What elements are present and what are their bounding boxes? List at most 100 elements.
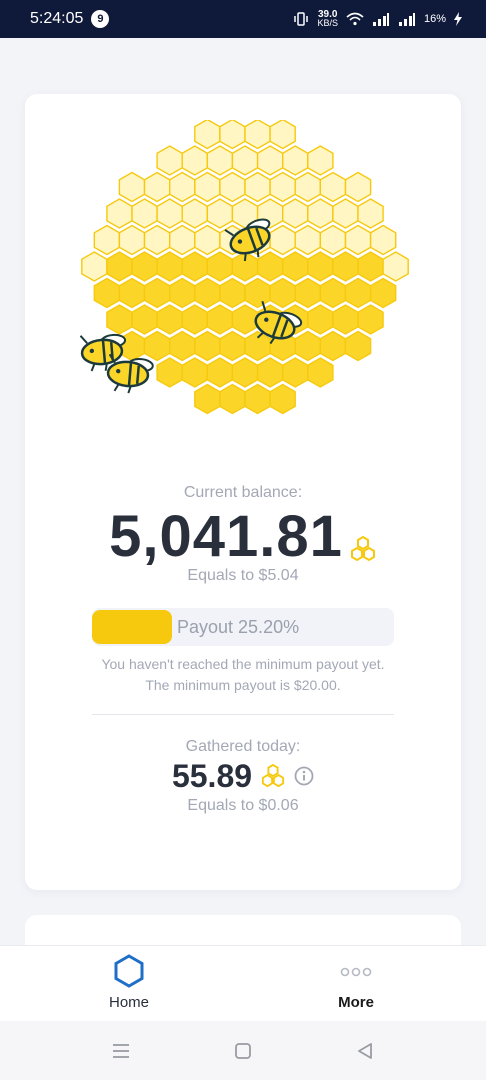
home-square-icon[interactable] xyxy=(233,1041,253,1061)
status-time: 5:24:05 xyxy=(30,10,84,27)
honeycomb-cell xyxy=(344,330,372,362)
honeycomb-cell xyxy=(106,304,133,335)
hexagon-home-icon xyxy=(114,954,144,988)
honeycomb-cell xyxy=(156,198,183,229)
nav-more[interactable]: More xyxy=(296,954,416,1011)
honeycomb-cell xyxy=(281,251,309,282)
honeycomb-cell xyxy=(118,330,146,362)
system-navigation-bar xyxy=(0,1021,486,1080)
honeycomb-cell xyxy=(281,357,309,388)
honeycomb-cell xyxy=(194,171,221,203)
honeycomb-cell xyxy=(319,171,347,203)
payout-progress-fill xyxy=(92,610,172,644)
honeycomb-cell xyxy=(181,198,209,229)
honeycomb-cell xyxy=(118,224,146,256)
network-speed: 39.0 KB/S xyxy=(317,10,338,28)
nav-home-label: Home xyxy=(108,994,149,1011)
honeycomb-cell xyxy=(281,198,309,229)
honeycomb-cell xyxy=(93,277,121,309)
signal-icon xyxy=(372,13,389,26)
back-icon[interactable] xyxy=(355,1041,375,1061)
balance-equals: Equals to $5.04 xyxy=(187,567,299,584)
honeycomb-cell xyxy=(244,171,271,203)
payout-note-line2: The minimum payout is $20.00. xyxy=(145,677,341,693)
honeycomb-cell xyxy=(357,251,384,282)
honeycomb-cell xyxy=(244,330,271,362)
honeycomb-cell xyxy=(194,330,221,362)
honeycomb-cell xyxy=(307,198,334,229)
honeycomb-cell xyxy=(344,224,372,256)
status-right: 39.0 KB/S 16% xyxy=(293,10,462,28)
payout-label: Payout 25.20% xyxy=(177,617,300,637)
honeycomb-cell xyxy=(357,198,384,229)
honeycomb-cell xyxy=(181,357,209,388)
nav-home[interactable]: Home xyxy=(69,954,189,1011)
honeycomb-coin-icon xyxy=(350,536,375,562)
honeycomb-cell xyxy=(332,304,359,335)
honeycomb-cell xyxy=(168,330,196,362)
bottom-navigation: Home More xyxy=(0,945,486,1022)
honeycomb-cell xyxy=(244,277,271,309)
honeycomb-cell xyxy=(319,224,347,256)
honeycomb-cell xyxy=(206,304,234,335)
honeycomb-cell xyxy=(344,277,372,309)
honeycomb-cell xyxy=(168,171,196,203)
balance-value: 5,041.81 xyxy=(109,504,343,569)
honeycomb-cell xyxy=(269,224,296,256)
honeycomb-cell xyxy=(93,224,121,256)
honeycomb-cell xyxy=(106,251,133,282)
recent-apps-icon[interactable] xyxy=(111,1042,131,1060)
honeycomb-cell xyxy=(319,277,347,309)
honeycomb-cell xyxy=(307,251,334,282)
honeycomb-cell xyxy=(231,357,259,388)
honeycomb-cell xyxy=(369,277,397,309)
honeycomb-cell xyxy=(206,357,234,388)
speed-unit: KB/S xyxy=(317,18,338,28)
honeycomb-cell xyxy=(256,145,284,176)
wifi-icon xyxy=(346,12,364,26)
honeycomb-cell xyxy=(194,277,221,309)
honeycomb-cell xyxy=(281,145,309,176)
honeycomb-cell xyxy=(332,198,359,229)
honeycomb-cell xyxy=(307,145,334,176)
current-balance-label: Current balance: xyxy=(183,484,303,501)
honeycomb-cell xyxy=(156,357,183,388)
balance-row: 5,041.81 xyxy=(25,504,461,570)
vibrate-icon xyxy=(294,12,309,26)
honeycomb-cell xyxy=(344,171,372,203)
honeycomb-cell xyxy=(269,383,296,415)
honeycomb-cell xyxy=(206,251,234,282)
honeycomb-cell xyxy=(382,251,409,282)
honeycomb-cell xyxy=(118,171,146,203)
honeycomb-cell xyxy=(156,145,183,176)
honeycomb-cell xyxy=(256,251,284,282)
divider xyxy=(92,714,394,715)
honeycomb-cell xyxy=(143,224,171,256)
honeycomb-cell xyxy=(143,330,171,362)
status-bar: 5:24:05 9 39.0 KB/S 16% xyxy=(0,0,486,38)
honeycomb-cell xyxy=(156,251,183,282)
honeycomb-cell xyxy=(219,383,246,415)
battery-percent: 16% xyxy=(423,13,446,25)
gathered-equals: Equals to $0.06 xyxy=(187,797,299,814)
honeycomb-cell xyxy=(244,120,271,150)
honeycomb-cell xyxy=(219,171,246,203)
gathered-value: 55.89 xyxy=(171,758,253,794)
honeycomb-cell xyxy=(194,383,221,415)
honeycomb-cell xyxy=(106,198,133,229)
honeycomb-cell xyxy=(294,330,322,362)
honeycomb-cell xyxy=(143,277,171,309)
balance-card: Current balance: 5,041.81 Equals to $5.0… xyxy=(25,94,461,890)
honeycomb-cell xyxy=(131,198,158,229)
info-icon[interactable] xyxy=(294,766,314,786)
honeycomb-cell xyxy=(168,224,196,256)
honeycomb-cell xyxy=(269,277,296,309)
honeycomb-cell xyxy=(219,277,246,309)
honeycomb-cell xyxy=(244,383,271,415)
bee-icon xyxy=(106,353,154,394)
honeycomb-cell xyxy=(181,251,209,282)
honeycomb-cell xyxy=(307,304,334,335)
honeycomb-cell xyxy=(332,251,359,282)
honeycomb-cell xyxy=(156,304,183,335)
honeycomb-cell xyxy=(118,277,146,309)
